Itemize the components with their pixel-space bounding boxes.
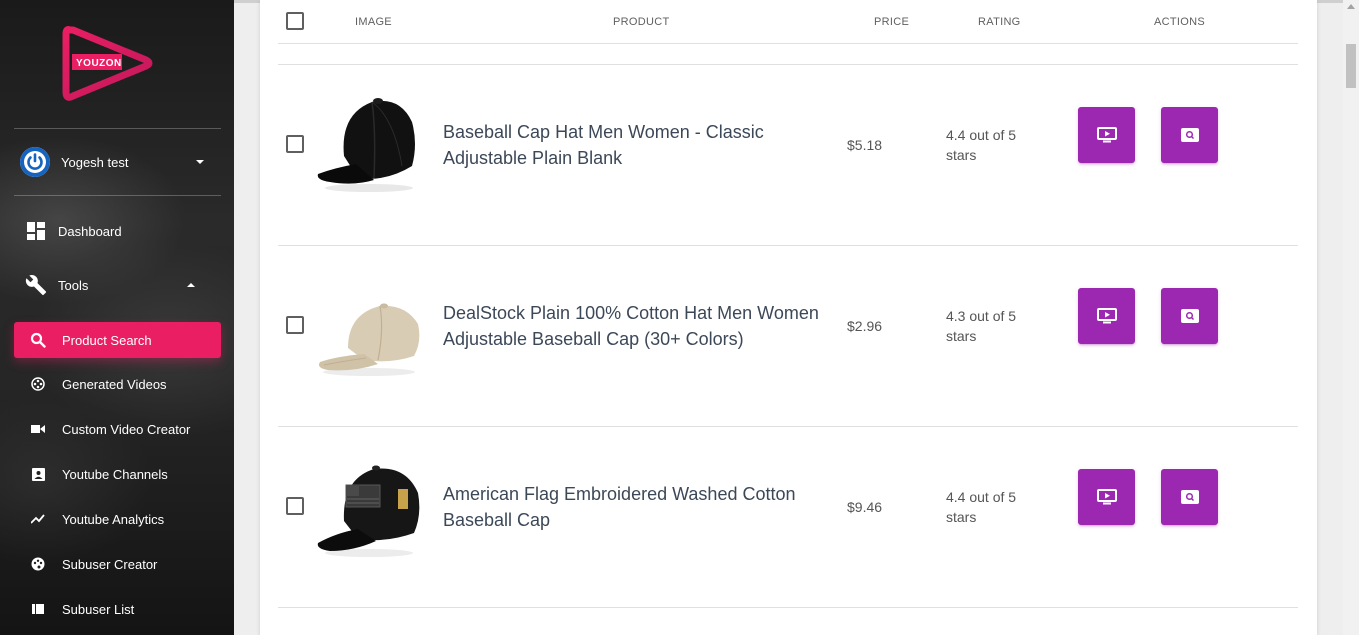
sidebar-item-label: Generated Videos bbox=[62, 376, 167, 392]
tv-play-icon bbox=[1096, 489, 1117, 505]
logo-text: YOUZON bbox=[76, 58, 122, 69]
row-checkbox[interactable] bbox=[286, 316, 304, 334]
dashboard-icon bbox=[14, 221, 58, 241]
sidebar-item-tools[interactable]: Tools bbox=[14, 267, 221, 303]
product-image bbox=[317, 465, 420, 557]
header-rating: RATING bbox=[978, 16, 1021, 28]
sidebar-item-youtube-analytics[interactable]: Youtube Analytics bbox=[14, 501, 221, 537]
view-product-button[interactable] bbox=[1161, 288, 1218, 344]
table-row: American Flag Embroidered Washed Cotton … bbox=[278, 427, 1298, 608]
chevron-up-icon bbox=[187, 283, 195, 287]
sidebar-item-subuser-list[interactable]: Subuser List bbox=[14, 591, 221, 627]
product-title[interactable]: American Flag Embroidered Washed Cotton … bbox=[443, 481, 838, 533]
product-title[interactable]: DealStock Plain 100% Cotton Hat Men Wome… bbox=[443, 300, 838, 352]
header-image: IMAGE bbox=[355, 16, 392, 28]
view-product-button[interactable] bbox=[1161, 107, 1218, 163]
row-checkbox[interactable] bbox=[286, 135, 304, 153]
sidebar-item-product-search[interactable]: Product Search bbox=[14, 322, 221, 358]
user-name: Yogesh test bbox=[61, 154, 129, 170]
sidebar: YOUZON Yogesh test Dashboard Tools Produ… bbox=[0, 0, 234, 635]
product-title[interactable]: Baseball Cap Hat Men Women - Classic Adj… bbox=[443, 119, 838, 171]
wrench-icon bbox=[14, 274, 58, 296]
product-price: $2.96 bbox=[847, 318, 883, 334]
tv-play-icon bbox=[1096, 308, 1117, 324]
search-icon bbox=[1180, 490, 1199, 504]
table-header: IMAGE PRODUCT PRICE RATING ACTIONS bbox=[278, 0, 1298, 44]
account-box-icon bbox=[14, 467, 62, 481]
trending-up-icon bbox=[14, 514, 62, 524]
tv-play-icon bbox=[1096, 127, 1117, 143]
table-row: Baseball Cap Hat Men Women - Classic Adj… bbox=[278, 65, 1298, 246]
product-rating: 4.4 out of 5 stars bbox=[946, 127, 1017, 163]
scroll-up-arrow-icon[interactable] bbox=[1347, 4, 1355, 9]
sidebar-divider bbox=[14, 128, 221, 129]
sidebar-item-label: Youtube Channels bbox=[62, 466, 168, 482]
sidebar-item-label: Custom Video Creator bbox=[62, 421, 191, 437]
sidebar-item-dashboard[interactable]: Dashboard bbox=[14, 213, 221, 249]
create-video-button[interactable] bbox=[1078, 107, 1135, 163]
product-image bbox=[319, 303, 420, 376]
palette-icon bbox=[14, 557, 62, 571]
header-actions: ACTIONS bbox=[1154, 16, 1205, 28]
product-rating: 4.3 out of 5 stars bbox=[946, 308, 1017, 344]
chevron-down-icon[interactable] bbox=[196, 160, 204, 164]
sidebar-item-youtube-channels[interactable]: Youtube Channels bbox=[14, 456, 221, 492]
sidebar-item-label: Subuser Creator bbox=[62, 556, 158, 572]
vertical-scrollbar[interactable] bbox=[1343, 0, 1359, 635]
sidebar-item-generated-videos[interactable]: Generated Videos bbox=[14, 366, 221, 402]
sidebar-item-label: Product Search bbox=[62, 332, 152, 348]
search-icon bbox=[14, 332, 62, 348]
create-video-button[interactable] bbox=[1078, 288, 1135, 344]
sidebar-item-subuser-creator[interactable]: Subuser Creator bbox=[14, 546, 221, 582]
list-icon bbox=[14, 604, 62, 614]
user-menu[interactable]: Yogesh test bbox=[20, 147, 210, 177]
header-price: PRICE bbox=[874, 16, 910, 28]
power-icon bbox=[20, 147, 50, 177]
sidebar-item-label: Subuser List bbox=[62, 601, 135, 617]
product-image bbox=[317, 98, 415, 192]
header-product: PRODUCT bbox=[613, 16, 670, 28]
view-product-button[interactable] bbox=[1161, 469, 1218, 525]
row-checkbox[interactable] bbox=[286, 497, 304, 515]
search-icon bbox=[1180, 309, 1199, 323]
sidebar-item-custom-video-creator[interactable]: Custom Video Creator bbox=[14, 411, 221, 447]
scrollbar-thumb[interactable] bbox=[1346, 44, 1356, 88]
search-icon bbox=[1180, 128, 1199, 142]
sidebar-item-label: Tools bbox=[58, 277, 89, 293]
sidebar-item-label: Dashboard bbox=[58, 223, 122, 239]
sidebar-item-label: Youtube Analytics bbox=[62, 511, 165, 527]
sidebar-divider bbox=[14, 195, 221, 196]
product-price: $9.46 bbox=[847, 499, 883, 515]
youzon-logo[interactable]: YOUZON bbox=[62, 24, 154, 104]
product-rating: 4.4 out of 5 stars bbox=[946, 489, 1017, 525]
select-all-checkbox[interactable] bbox=[286, 12, 304, 30]
create-video-button[interactable] bbox=[1078, 469, 1135, 525]
table-row: DealStock Plain 100% Cotton Hat Men Wome… bbox=[278, 246, 1298, 427]
film-reel-icon bbox=[14, 377, 62, 391]
product-price: $5.18 bbox=[847, 137, 883, 153]
video-camera-icon bbox=[14, 424, 62, 434]
